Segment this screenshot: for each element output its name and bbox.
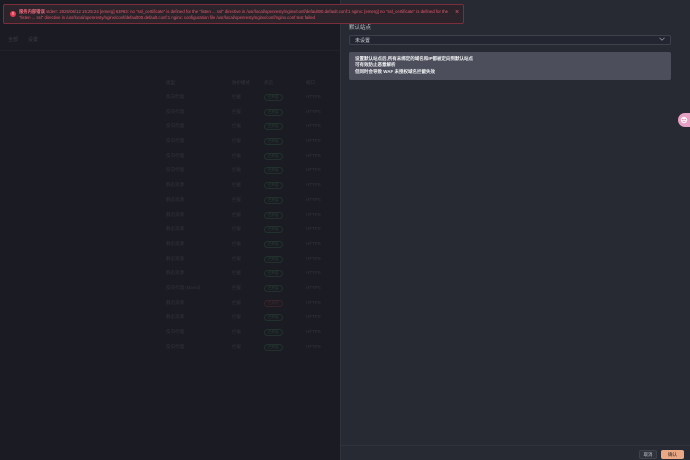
close-icon[interactable]: × xyxy=(455,9,459,16)
default-site-select[interactable]: 未设置 xyxy=(349,35,671,45)
default-site-label: 默认站点 xyxy=(349,25,372,31)
error-toast: ! 服务内部错误 stderr: 2025/06/12 15:25:24 [em… xyxy=(3,4,464,24)
drawer-footer: 取消 确认 xyxy=(341,445,690,460)
assistant-icon xyxy=(680,116,688,124)
cancel-button[interactable]: 取消 xyxy=(639,450,657,459)
assistant-float-button[interactable] xyxy=(678,113,690,127)
default-site-drawer: 默认站点 未设置 设置默认站点后,所有未绑定的域名和IP都被定向到默认站点 可有… xyxy=(340,0,690,460)
background-page: 全部 设置 类型 防护模式 状态 端口 反向代理 拦截 已开启 HTTPS 反向代理 拦截… xyxy=(0,0,340,460)
toast-body: stderr: 2025/06/12 15:25:24 [emerg] 63#6… xyxy=(19,9,449,20)
toast-title: 服务内部错误 xyxy=(19,9,45,14)
error-circle-icon: ! xyxy=(10,11,16,17)
chevron-down-icon xyxy=(659,37,665,43)
info-line: 但同时会导致 WAF 未授权域名拦截失效 xyxy=(355,68,435,74)
confirm-button[interactable]: 确认 xyxy=(661,450,684,459)
modal-overlay[interactable] xyxy=(0,0,340,460)
select-value: 未设置 xyxy=(355,37,371,44)
info-box: 设置默认站点后,所有未绑定的域名和IP都被定向到默认站点 可有效防止恶意解析 但… xyxy=(349,52,671,80)
toast-message: 服务内部错误 stderr: 2025/06/12 15:25:24 [emer… xyxy=(19,9,449,20)
